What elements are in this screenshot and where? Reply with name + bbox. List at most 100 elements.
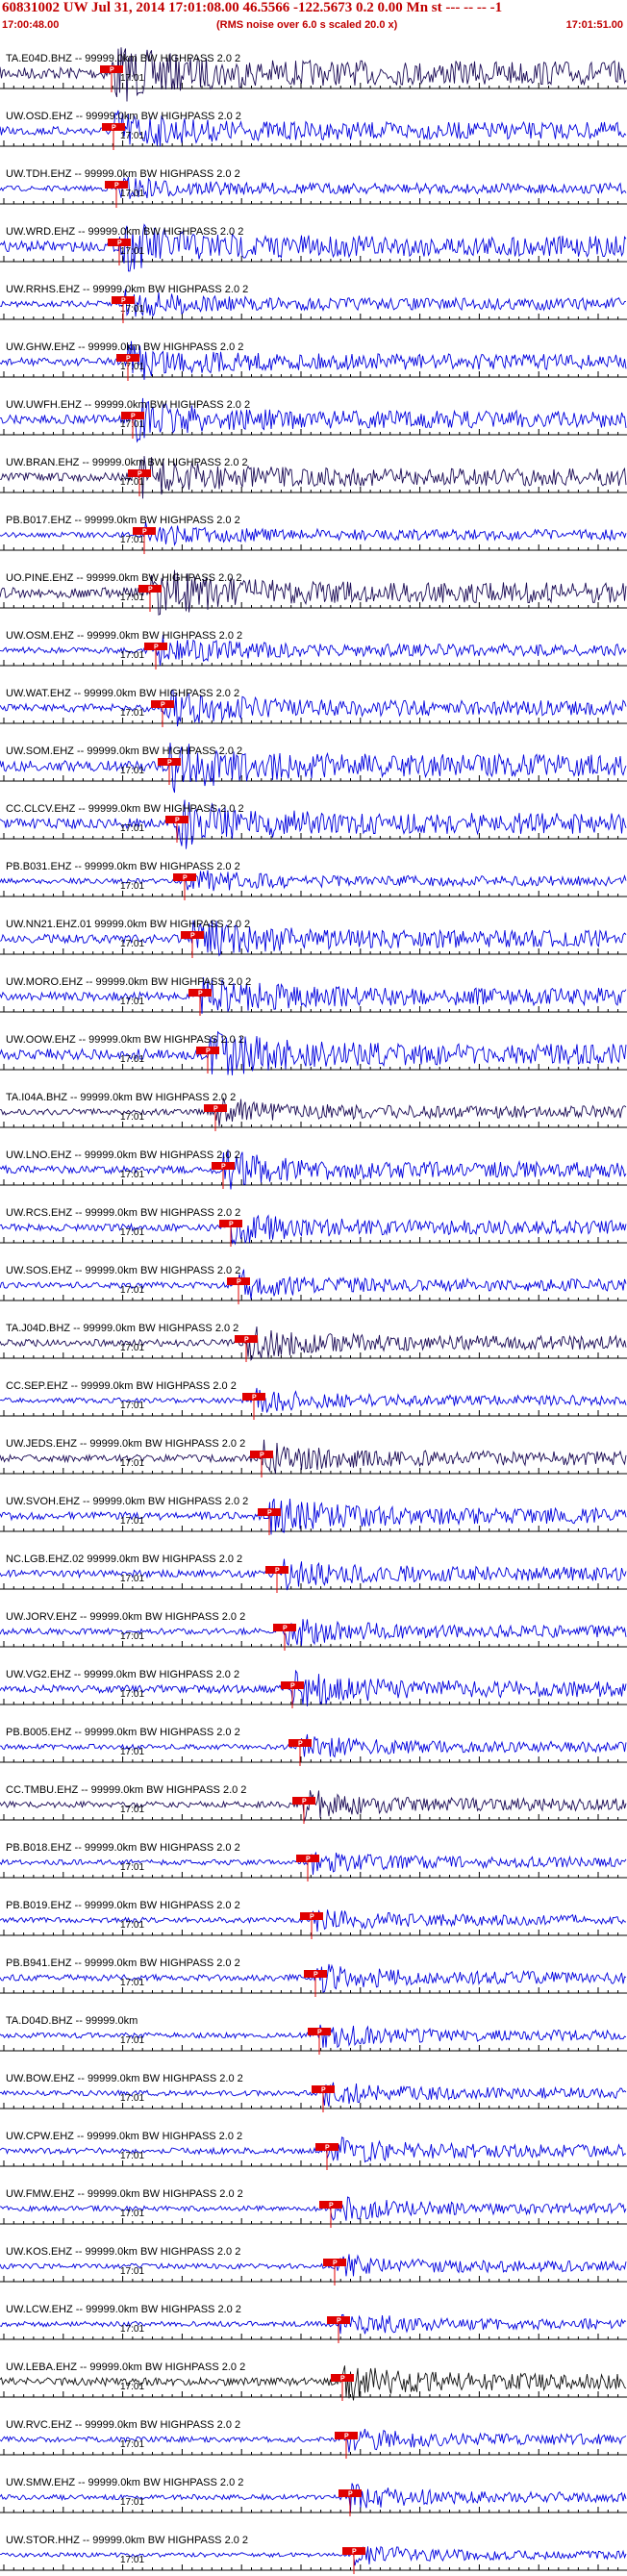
trace-label: UW.TDH.EHZ -- 99999.0km BW HIGHPASS 2.0 … bbox=[6, 168, 240, 180]
trace-row: UW.FMW.EHZ -- 99999.0km BW HIGHPASS 2.0 … bbox=[0, 2188, 627, 2228]
pick-label: P bbox=[329, 2203, 334, 2210]
minute-label: 17:01 bbox=[120, 881, 144, 892]
pick-label: P bbox=[237, 1279, 241, 1286]
pick-label: P bbox=[321, 2087, 326, 2094]
trace-row: UW.BOW.EHZ -- 99999.0km BW HIGHPASS 2.0 … bbox=[0, 2073, 627, 2112]
rms-note: (RMS noise over 6.0 s scaled 20.0 x) bbox=[216, 19, 398, 31]
end-time: 17:01:51.00 bbox=[565, 19, 623, 31]
trace-label: UW.NN21.EHZ.01 99999.0km BW HIGHPASS 2.0… bbox=[6, 919, 250, 930]
trace-row: UW.JEDS.EHZ -- 99999.0km BW HIGHPASS 2.0… bbox=[0, 1438, 627, 1477]
minute-label: 17:01 bbox=[120, 304, 144, 315]
trace-row: UW.OOW.EHZ -- 99999.0km BW HIGHPASS 2.0 … bbox=[0, 1030, 627, 1075]
minute-label: 17:01 bbox=[120, 708, 144, 719]
trace-label: CC.SEP.EHZ -- 99999.0km BW HIGHPASS 2.0 … bbox=[6, 1380, 237, 1392]
pick-label: P bbox=[275, 1568, 280, 1575]
trace-row: PB.B005.EHZ -- 99999.0km BW HIGHPASS 2.0… bbox=[0, 1727, 627, 1766]
minute-label: 17:01 bbox=[120, 1747, 144, 1757]
trace-row: CC.SEP.EHZ -- 99999.0km BW HIGHPASS 2.0 … bbox=[0, 1380, 627, 1420]
minute-label: 17:01 bbox=[120, 73, 144, 84]
trace-label: UW.FMW.EHZ -- 99999.0km BW HIGHPASS 2.0 … bbox=[6, 2188, 243, 2200]
pick-label: P bbox=[333, 2260, 338, 2267]
pick-label: P bbox=[306, 1856, 311, 1863]
trace-row: CC.CLCV.EHZ -- 99999.0km BW HIGHPASS 2.0… bbox=[0, 799, 627, 849]
trace-row: NC.LGB.EHZ.02 99999.0km BW HIGHPASS 2.0 … bbox=[0, 1553, 627, 1593]
trace-label: CC.CLCV.EHZ -- 99999.0km BW HIGHPASS 2.0… bbox=[6, 803, 244, 815]
trace-row: UW.RRHS.EHZ -- 99999.0km BW HIGHPASS 2.0… bbox=[0, 284, 627, 323]
trace-label: UW.MORO.EHZ -- 99999.0km BW HIGHPASS 2.0… bbox=[6, 976, 251, 988]
trace-label: UW.RVC.EHZ -- 99999.0km BW HIGHPASS 2.0 … bbox=[6, 2419, 240, 2431]
minute-label: 17:01 bbox=[120, 1862, 144, 1873]
minute-label: 17:01 bbox=[120, 2093, 144, 2104]
minute-label: 17:01 bbox=[120, 1054, 144, 1065]
trace-label: PB.B005.EHZ -- 99999.0km BW HIGHPASS 2.0… bbox=[6, 1727, 240, 1738]
pick-label: P bbox=[126, 356, 131, 363]
trace-row: PB.B941.EHZ -- 99999.0km BW HIGHPASS 2.0… bbox=[0, 1957, 627, 1997]
trace-row: UW.LNO.EHZ -- 99999.0km BW HIGHPASS 2.0 … bbox=[0, 1149, 627, 1190]
trace-row: UW.OSD.EHZ -- 99999.0km BW HIGHPASS 2.0 … bbox=[0, 110, 627, 150]
trace-label: PB.B017.EHZ -- 99999.0km BW HIGHPASS 2.0… bbox=[6, 515, 240, 526]
pick-label: P bbox=[325, 2145, 330, 2152]
minute-label: 17:01 bbox=[120, 2439, 144, 2450]
trace-row: UO.PINE.EHZ -- 99999.0km BW HIGHPASS 2.0… bbox=[0, 569, 627, 616]
pick-label: P bbox=[154, 644, 159, 651]
minute-label: 17:01 bbox=[120, 1631, 144, 1642]
trace-row: UW.RVC.EHZ -- 99999.0km BW HIGHPASS 2.0 … bbox=[0, 2419, 627, 2459]
minute-label: 17:01 bbox=[120, 2209, 144, 2219]
trace-label: CC.TMBU.EHZ -- 99999.0km BW HIGHPASS 2.0… bbox=[6, 1784, 246, 1796]
pick-label: P bbox=[260, 1452, 264, 1459]
trace-row: PB.B031.EHZ -- 99999.0km BW HIGHPASS 2.0… bbox=[0, 861, 627, 900]
pick-label: P bbox=[121, 298, 126, 305]
trace-row: UW.UWFH.EHZ -- 99999.0km BW HIGHPASS 2.0… bbox=[0, 397, 627, 443]
pick-label: P bbox=[142, 529, 147, 536]
trace-row: UW.LEBA.EHZ -- 99999.0km BW HIGHPASS 2.0… bbox=[0, 2361, 627, 2401]
trace-row: PB.B017.EHZ -- 99999.0km BW HIGHPASS 2.0… bbox=[0, 515, 627, 554]
minute-label: 17:01 bbox=[120, 189, 144, 199]
pick-label: P bbox=[252, 1395, 257, 1402]
trace-label: UW.UWFH.EHZ -- 99999.0km BW HIGHPASS 2.0… bbox=[6, 399, 250, 411]
pick-label: P bbox=[298, 1741, 303, 1748]
trace-label: UW.LCW.EHZ -- 99999.0km BW HIGHPASS 2.0 … bbox=[6, 2304, 241, 2315]
pick-label: P bbox=[148, 587, 153, 593]
trace-row: TA.J04D.BHZ -- 99999.0km BW HIGHPASS 2.0… bbox=[0, 1323, 627, 1362]
trace-row: UW.SMW.EHZ -- 99999.0km BW HIGHPASS 2.0 … bbox=[0, 2477, 627, 2516]
trace-row: PB.B018.EHZ -- 99999.0km BW HIGHPASS 2.0… bbox=[0, 1842, 627, 1881]
trace-label: UW.JORV.EHZ -- 99999.0km BW HIGHPASS 2.0… bbox=[6, 1611, 245, 1623]
trace-row: UW.TDH.EHZ -- 99999.0km BW HIGHPASS 2.0 … bbox=[0, 168, 627, 208]
minute-label: 17:01 bbox=[120, 1689, 144, 1700]
trace-row: UW.MORO.EHZ -- 99999.0km BW HIGHPASS 2.0… bbox=[0, 976, 627, 1016]
trace-label: UW.WAT.EHZ -- 99999.0km BW HIGHPASS 2.0 … bbox=[6, 688, 239, 699]
pick-label: P bbox=[198, 991, 203, 998]
waveform bbox=[0, 2196, 627, 2221]
trace-label: PB.B941.EHZ -- 99999.0km BW HIGHPASS 2.0… bbox=[6, 1957, 240, 1969]
minute-label: 17:01 bbox=[120, 2555, 144, 2565]
pick-label: P bbox=[114, 183, 119, 189]
pick-label: P bbox=[112, 125, 116, 132]
pick-label: P bbox=[290, 1683, 295, 1690]
trace-row: UW.GHW.EHZ -- 99999.0km BW HIGHPASS 2.0 … bbox=[0, 341, 627, 381]
trace-row: TA.E04D.BHZ -- 99999.0km BW HIGHPASS 2.0… bbox=[0, 47, 627, 102]
waveform bbox=[0, 1214, 627, 1246]
trace-label: UW.LNO.EHZ -- 99999.0km BW HIGHPASS 2.0 … bbox=[6, 1149, 240, 1161]
minute-label: 17:01 bbox=[120, 997, 144, 1007]
trace-label: UW.SMW.EHZ -- 99999.0km BW HIGHPASS 2.0 … bbox=[6, 2477, 243, 2488]
trace-row: UW.STOR.HHZ -- 99999.0km BW HIGHPASS 2.0… bbox=[0, 2535, 627, 2574]
minute-label: 17:01 bbox=[120, 535, 144, 545]
minute-label: 17:01 bbox=[120, 823, 144, 834]
event-title: 60831002 UW Jul 31, 2014 17:01:08.00 46.… bbox=[2, 0, 503, 15]
minute-label: 17:01 bbox=[120, 2324, 144, 2335]
trace-label: UW.BOW.EHZ -- 99999.0km BW HIGHPASS 2.0 … bbox=[6, 2073, 243, 2084]
pick-label: P bbox=[138, 471, 142, 478]
minute-label: 17:01 bbox=[120, 362, 144, 372]
minute-label: 17:01 bbox=[120, 939, 144, 949]
waveform bbox=[0, 2313, 627, 2335]
pick-label: P bbox=[221, 1164, 226, 1171]
pick-label: P bbox=[348, 2491, 353, 2498]
minute-label: 17:01 bbox=[120, 650, 144, 661]
minute-label: 17:01 bbox=[120, 131, 144, 141]
minute-label: 17:01 bbox=[120, 2151, 144, 2161]
pick-label: P bbox=[317, 2030, 322, 2036]
trace-label: UW.OOW.EHZ -- 99999.0km BW HIGHPASS 2.0 … bbox=[6, 1034, 244, 1046]
trace-row: UW.OSM.EHZ -- 99999.0km BW HIGHPASS 2.0 … bbox=[0, 630, 627, 669]
waveform bbox=[0, 176, 627, 199]
pick-label: P bbox=[267, 1510, 272, 1517]
